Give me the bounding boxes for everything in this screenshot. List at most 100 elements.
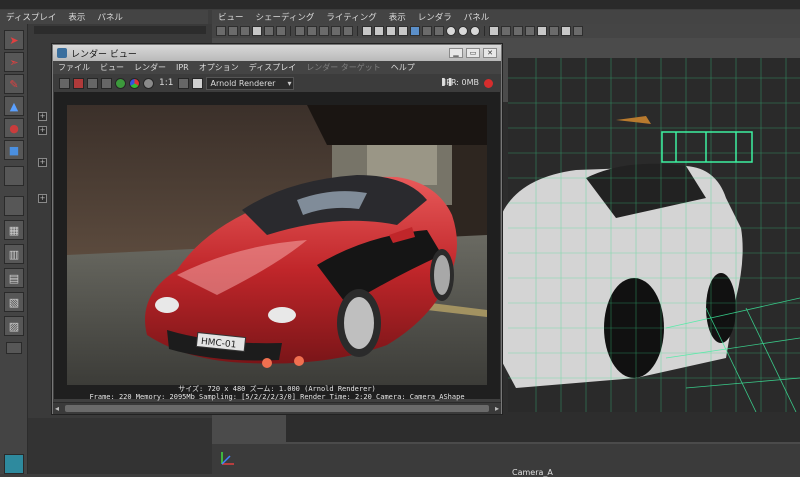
maya-logo-icon <box>57 48 67 58</box>
toolbox-expand-icon[interactable] <box>6 342 22 354</box>
layout-single-icon[interactable] <box>4 196 24 216</box>
menu-show[interactable]: 表示 <box>383 11 412 23</box>
horizontal-scrollbar[interactable]: ◂ ▸ <box>53 402 501 414</box>
resolution-gate-icon[interactable] <box>295 26 305 36</box>
checker-icon[interactable] <box>434 26 444 36</box>
viewport-menubar: ビュー シェーディング ライティング 表示 レンダラ パネル <box>212 10 800 24</box>
menu-options[interactable]: オプション <box>194 62 244 73</box>
layout-four-icon[interactable]: ▦ <box>4 220 24 240</box>
select-camera-icon[interactable] <box>216 26 226 36</box>
menu-help[interactable]: ヘルプ <box>386 62 420 73</box>
xray-icon[interactable] <box>501 26 511 36</box>
menu-display[interactable]: ディスプレイ <box>0 11 62 23</box>
wireframe-icon[interactable] <box>362 26 372 36</box>
stop-ipr-icon[interactable] <box>484 79 493 88</box>
motion-blur-icon[interactable] <box>458 26 468 36</box>
rendered-car-scene: HMC-01 <box>67 105 487 385</box>
isolate-select-icon[interactable] <box>489 26 499 36</box>
remove-image-icon[interactable] <box>192 77 204 89</box>
bookmark-icon[interactable] <box>240 26 250 36</box>
safe-action-icon[interactable] <box>331 26 341 36</box>
keep-image-icon[interactable] <box>178 77 190 89</box>
ambient-occlusion-icon[interactable] <box>446 26 456 36</box>
layout-side-icon[interactable]: ▥ <box>4 244 24 264</box>
textured-icon[interactable] <box>398 26 408 36</box>
menu-renderer[interactable]: レンダラ <box>412 11 458 23</box>
menu-panels[interactable]: パネル <box>458 11 496 23</box>
view-axis-icon <box>221 452 234 465</box>
antialias-icon[interactable] <box>470 26 480 36</box>
safe-title-icon[interactable] <box>343 26 353 36</box>
outliner-filter-bar[interactable] <box>34 26 206 34</box>
outliner-bottom-area <box>28 418 212 474</box>
rotate-tool-icon[interactable]: ● <box>4 118 24 138</box>
expand-icon[interactable]: + <box>38 158 47 167</box>
camera-attributes-icon[interactable] <box>228 26 238 36</box>
menu-show[interactable]: 表示 <box>62 11 91 23</box>
expand-icon[interactable]: + <box>38 194 47 203</box>
shadows-icon[interactable] <box>422 26 432 36</box>
menu-file[interactable]: ファイル <box>53 62 95 73</box>
menu-panels[interactable]: パネル <box>91 11 129 23</box>
pause-icon[interactable]: ❚❚ <box>440 77 453 86</box>
paint-select-tool-icon[interactable]: ✎ <box>4 74 24 94</box>
exposure-icon[interactable] <box>549 26 559 36</box>
toolbar-separator <box>484 26 485 36</box>
render-image[interactable]: HMC-01 <box>67 105 487 385</box>
layout-hypershade-icon[interactable]: ▨ <box>4 316 24 336</box>
snapshot-icon[interactable] <box>87 77 98 89</box>
xray-joints-icon[interactable] <box>513 26 523 36</box>
menu-lighting[interactable]: ライティング <box>320 11 382 23</box>
layout-graph-icon[interactable]: ▧ <box>4 292 24 312</box>
toolbox: ➤ ➣ ✎ ▲ ● ■ ▦ ▥ ▤ ▧ ▨ <box>0 24 28 474</box>
field-chart-icon[interactable] <box>319 26 329 36</box>
render-region-icon[interactable] <box>101 77 112 89</box>
film-gate-icon[interactable] <box>276 26 286 36</box>
layout-outliner-icon[interactable]: ▤ <box>4 268 24 288</box>
lasso-tool-icon[interactable]: ➣ <box>4 52 24 72</box>
grid-icon[interactable] <box>264 26 274 36</box>
menu-shading[interactable]: シェーディング <box>250 11 321 23</box>
gate-mask-icon[interactable] <box>307 26 317 36</box>
arch-ceiling <box>307 105 487 145</box>
panel-layout-icon[interactable] <box>573 26 583 36</box>
render-view-menubar: ファイル ビュー レンダー IPR オプション ディスプレイ レンダー ターゲッ… <box>53 61 501 74</box>
menu-ipr[interactable]: IPR <box>171 63 194 72</box>
menu-display[interactable]: ディスプレイ <box>244 62 301 73</box>
gamma-icon[interactable] <box>537 26 547 36</box>
render-view-window[interactable]: レンダー ビュー ▁ ▭ ✕ ファイル ビュー レンダー IPR オプション デ… <box>52 44 502 414</box>
alpha-channel-icon[interactable] <box>143 77 154 89</box>
renderer-dropdown[interactable]: Arnold Renderer <box>206 76 295 90</box>
wireframe-on-shaded-icon[interactable] <box>386 26 396 36</box>
minimize-icon[interactable]: ▁ <box>449 48 463 58</box>
scroll-right-icon[interactable]: ▸ <box>495 404 499 413</box>
image-plane-icon[interactable] <box>252 26 262 36</box>
script-editor-icon[interactable] <box>4 454 24 474</box>
select-tool-icon[interactable]: ➤ <box>4 30 24 50</box>
scale-tool-icon[interactable]: ■ <box>4 140 24 160</box>
menu-view[interactable]: ビュー <box>212 11 250 23</box>
ipr-render-icon[interactable] <box>73 77 84 89</box>
ratio-button[interactable]: 1:1 <box>157 78 175 88</box>
expand-icon[interactable]: + <box>38 112 47 121</box>
camera-label: Camera_A <box>512 468 553 477</box>
restore-icon[interactable]: ▭ <box>466 48 480 58</box>
front-rim <box>344 297 374 349</box>
render-view-titlebar[interactable]: レンダー ビュー ▁ ▭ ✕ <box>53 45 501 61</box>
expand-icon[interactable]: + <box>38 126 47 135</box>
xray-components-icon[interactable] <box>525 26 535 36</box>
menu-render[interactable]: レンダー <box>129 62 171 73</box>
close-icon[interactable]: ✕ <box>483 48 497 58</box>
last-tool-icon[interactable] <box>4 166 24 186</box>
menu-view[interactable]: ビュー <box>95 62 129 73</box>
color-management-icon[interactable] <box>561 26 571 36</box>
scroll-left-icon[interactable]: ◂ <box>55 404 59 413</box>
redo-render-icon[interactable] <box>59 77 70 89</box>
refresh-ipr-icon[interactable] <box>115 77 126 89</box>
scrollbar-thumb[interactable] <box>65 405 489 412</box>
rear-rim <box>434 255 450 295</box>
move-tool-icon[interactable]: ▲ <box>4 96 24 116</box>
rgb-channels-icon[interactable] <box>129 77 140 89</box>
use-all-lights-icon[interactable] <box>410 26 420 36</box>
smooth-shade-icon[interactable] <box>374 26 384 36</box>
